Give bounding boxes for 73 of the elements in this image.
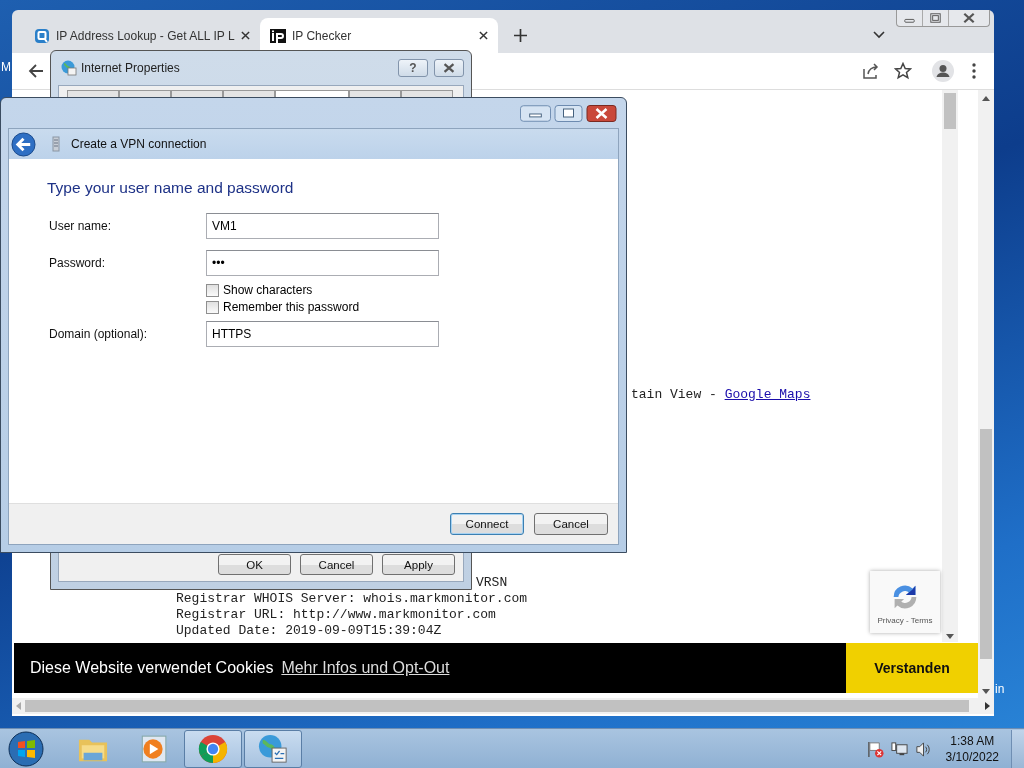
profile-icon[interactable] [932,60,954,82]
network-icon [52,136,60,152]
scroll-up-icon[interactable] [982,96,990,101]
back-arrow-icon[interactable] [27,62,45,80]
checkbox[interactable] [206,300,219,314]
globe-icon [258,734,288,764]
maps-link[interactable]: Google Maps [724,387,811,402]
back-button-icon[interactable] [11,131,36,157]
whois-line: Registrar URL: http://www.markmonitor.com [176,607,496,623]
window-title: Internet Properties [81,61,180,75]
scroll-thumb[interactable] [25,700,969,712]
taskbar-button[interactable] [184,730,242,768]
chevron-down-icon[interactable] [873,31,885,39]
page-heading: Type your user name and password [47,179,295,197]
favicon-icon [270,27,286,44]
start-button-icon[interactable] [8,731,44,767]
scroll-down-icon[interactable] [982,689,990,694]
menu-icon[interactable] [972,63,976,79]
action-center-flag-icon[interactable] [866,740,884,758]
field-label: Password: [48,256,107,270]
dialog-button[interactable]: OK [218,554,291,575]
clock-time: 1:38 AM [950,733,995,749]
scroll-down-icon[interactable] [946,634,954,639]
help-button[interactable]: ? [398,59,428,77]
globe-icon [61,60,77,76]
chrome-icon [198,734,228,764]
dialog-button[interactable]: Cancel [300,554,373,575]
input-field[interactable]: ••• [206,250,439,276]
maximize-icon[interactable] [553,104,584,122]
whois-line: Updated Date: 2019-09-09T15:39:04Z [176,623,442,639]
network-icon[interactable] [890,740,908,758]
cookie-text: Diese Website verwendet Cookies [30,659,274,677]
close-button[interactable] [434,59,464,77]
checkbox-label: Show characters [223,283,313,297]
clock[interactable]: 1:38 AM 3/10/2022 [945,733,999,765]
minimize-icon[interactable] [520,104,551,122]
field-label: Domain (optional): [48,327,149,341]
share-icon[interactable] [862,62,880,80]
close-icon[interactable] [586,104,617,122]
recaptcha-badge[interactable]: Privacy - Terms [870,571,940,633]
accept-button[interactable]: Verstanden [846,643,978,693]
scroll-thumb[interactable] [944,93,956,129]
scrollbar[interactable] [942,90,958,642]
checkbox[interactable] [206,283,219,297]
favicon-icon [34,27,50,44]
scroll-thumb[interactable] [980,429,992,659]
field-label: User name: [48,219,113,233]
scrollbar[interactable] [12,698,994,714]
window-title: Create a VPN connection [71,137,207,151]
close-icon[interactable] [479,31,488,40]
scrollbar[interactable] [978,90,994,698]
close-icon [442,63,456,73]
dialog-button[interactable]: Connect [450,513,524,535]
checkbox-label: Remember this password [223,300,360,314]
scroll-right-icon[interactable] [985,702,990,710]
taskbar-button[interactable] [244,730,302,768]
whois-line: VRSN [476,575,508,591]
input-field[interactable]: HTTPS [206,321,439,347]
browser-tab[interactable]: IP Checker [260,18,498,53]
desktop-label: M [1,60,11,74]
browser-tab[interactable]: IP Address Lookup - Get ALL IP L [24,18,260,53]
volume-icon[interactable] [914,740,932,758]
new-tab-icon[interactable] [514,29,527,42]
clock-date: 3/10/2022 [945,749,999,765]
star-icon[interactable] [894,62,912,80]
dialog-button[interactable]: Cancel [534,513,608,535]
whois-line: Registrar WHOIS Server: whois.markmonitor.com [176,591,528,607]
cookie-info-link[interactable]: Mehr Infos und Opt-Out [281,659,450,677]
location-text: tain View - [631,387,718,402]
close-icon[interactable] [241,31,250,40]
desktop-label: in [995,682,1005,696]
input-field[interactable]: VM1 [206,213,439,239]
dialog-button[interactable]: Apply [382,554,455,575]
